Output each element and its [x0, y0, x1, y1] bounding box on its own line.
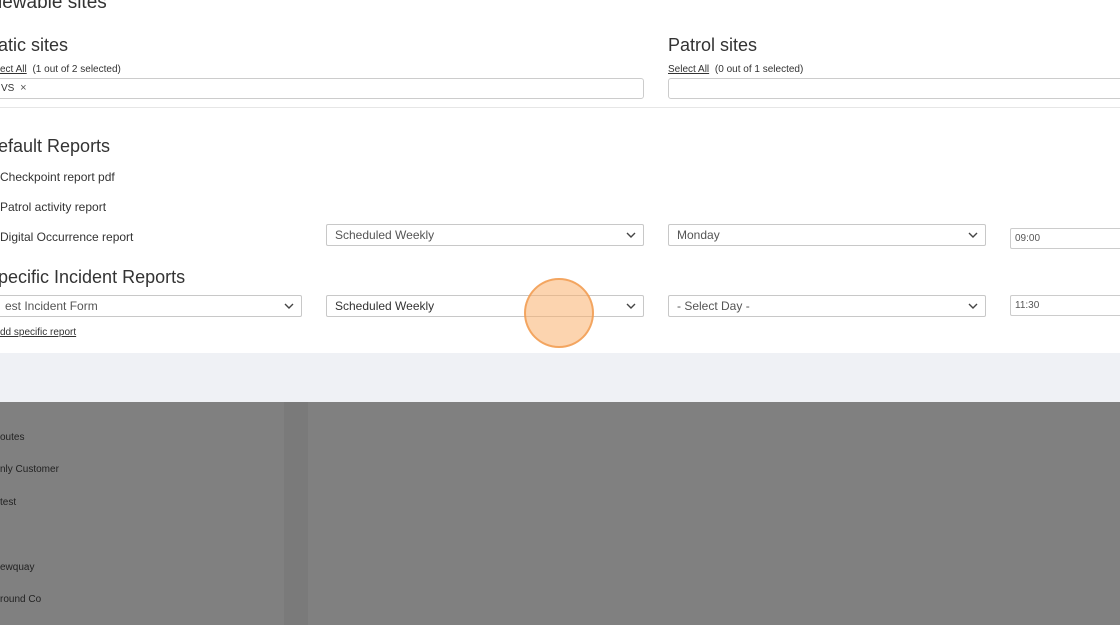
specific-time-input[interactable]: 11:30	[1010, 295, 1120, 316]
add-specific-report-link[interactable]: dd specific report	[0, 327, 76, 338]
viewable-sites-heading: iewable sites	[0, 0, 107, 13]
modal-footer	[0, 353, 1120, 402]
close-icon[interactable]: ×	[20, 79, 26, 98]
patrol-sites-heading: Patrol sites	[668, 35, 758, 55]
incident-form-value: est Incident Form	[5, 299, 98, 313]
digital-occurrence-frequency-value: Scheduled Weekly	[335, 228, 435, 242]
sidebar-item[interactable]: nly Customer	[0, 464, 59, 475]
static-selection-count: (1 out of 2 selected)	[32, 64, 121, 75]
chevron-down-icon	[967, 229, 979, 241]
digital-occurrence-report-label: Digital Occurrence report	[0, 230, 134, 244]
static-site-tag: VS ×	[1, 79, 27, 98]
sidebar-item[interactable]: test	[0, 497, 16, 508]
modal-backdrop[interactable]	[0, 402, 1120, 625]
static-site-tag-label: VS	[1, 83, 15, 94]
sidebar-item[interactable]: round Co	[0, 594, 41, 605]
incident-form-select[interactable]: est Incident Form	[0, 295, 302, 317]
patrol-selection-count: (0 out of 1 selected)	[714, 64, 804, 75]
chevron-down-icon	[625, 229, 637, 241]
specific-frequency-select[interactable]: Scheduled Weekly	[326, 295, 644, 317]
patrol-select-all-link[interactable]: Select All	[668, 64, 709, 75]
patrol-sites-select-info: Select All (0 out of 1 selected)	[668, 64, 803, 75]
digital-occurrence-day-value: Monday	[677, 228, 720, 242]
specific-time-value: 11:30	[1015, 300, 1040, 311]
static-select-all-link[interactable]: ect All	[0, 64, 27, 75]
specific-day-value: - Select Day -	[677, 299, 750, 313]
static-sites-heading: atic sites	[0, 35, 69, 55]
chevron-down-icon	[967, 300, 979, 312]
section-divider	[0, 107, 1120, 108]
sidebar-item[interactable]: outes	[0, 432, 24, 443]
digital-occurrence-day-select[interactable]: Monday	[668, 224, 986, 246]
patrol-sites-multiselect[interactable]	[668, 78, 1120, 99]
sidebar-item[interactable]: ewquay	[0, 562, 34, 573]
specific-day-select[interactable]: - Select Day -	[668, 295, 986, 317]
click-indicator	[524, 278, 594, 348]
chevron-down-icon	[625, 300, 637, 312]
digital-occurrence-frequency-select[interactable]: Scheduled Weekly	[326, 224, 644, 246]
patrol-activity-report-label: Patrol activity report	[0, 200, 107, 214]
sidebar-scrollbar	[284, 402, 308, 625]
digital-occurrence-time-input[interactable]: 09:00	[1010, 228, 1120, 249]
specific-reports-heading: pecific Incident Reports	[0, 267, 186, 287]
static-sites-select-info: ect All (1 out of 2 selected)	[0, 64, 121, 75]
static-sites-multiselect[interactable]: VS ×	[0, 78, 644, 99]
default-reports-heading: efault Reports	[0, 136, 111, 156]
chevron-down-icon	[283, 300, 295, 312]
checkpoint-report-label: Checkpoint report pdf	[0, 170, 115, 184]
digital-occurrence-time-value: 09:00	[1015, 233, 1041, 244]
specific-frequency-value: Scheduled Weekly	[335, 299, 435, 313]
